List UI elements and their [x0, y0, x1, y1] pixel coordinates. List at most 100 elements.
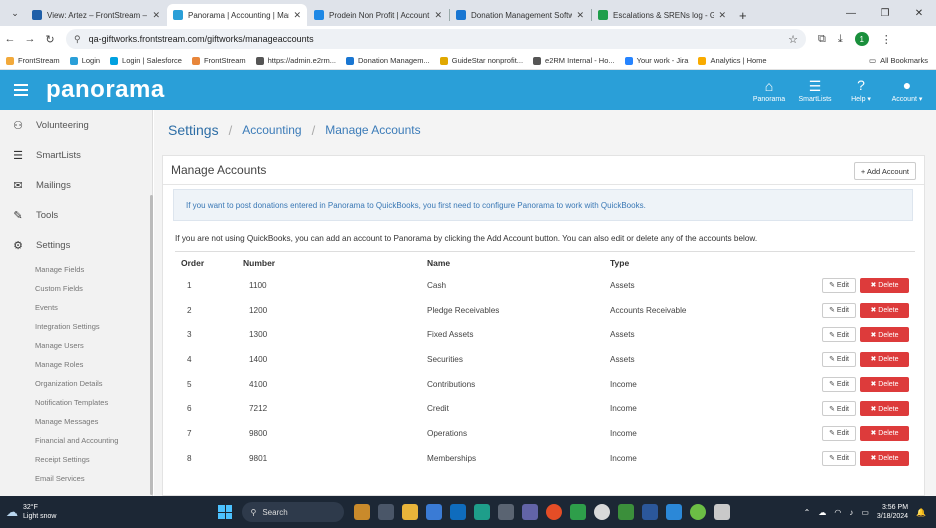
- bookmark-item[interactable]: Donation Managem...: [346, 56, 430, 65]
- weather-widget[interactable]: ☁ 32°F Light snow: [6, 503, 56, 521]
- delete-button[interactable]: ✖ Delete: [860, 425, 909, 441]
- tab-close-icon[interactable]: ✕: [434, 10, 442, 21]
- notification-bell-icon[interactable]: 🔔: [916, 508, 926, 517]
- browser-tab[interactable]: Prodein Non Profit | Account | ✕: [308, 4, 448, 26]
- delete-button[interactable]: ✖ Delete: [860, 327, 909, 343]
- url-input[interactable]: ⚲ qa-giftworks.frontstream.com/giftworks…: [66, 29, 806, 49]
- sidebar-subitem[interactable]: Custom Fields: [0, 279, 152, 298]
- taskbar-app-icon[interactable]: [666, 504, 683, 520]
- sidebar-subitem[interactable]: Financial and Accounting: [0, 431, 152, 450]
- edit-button[interactable]: ✎ Edit: [822, 376, 856, 392]
- browser-tab[interactable]: View: Artez – FrontStream – Ze ✕: [26, 4, 166, 26]
- delete-button[interactable]: ✖ Delete: [860, 351, 909, 367]
- edit-button[interactable]: ✎ Edit: [822, 401, 856, 417]
- sidebar-subitem[interactable]: Email Services: [0, 469, 152, 488]
- clock[interactable]: 3:56 PM 3/18/2024: [877, 503, 908, 521]
- chevron-up-icon[interactable]: ⌃: [804, 508, 811, 517]
- outlook-icon[interactable]: [450, 504, 467, 520]
- taskbar-app-icon[interactable]: [690, 504, 707, 520]
- battery-icon[interactable]: ▭: [861, 508, 869, 517]
- breadcrumb-settings[interactable]: Settings: [168, 122, 219, 138]
- delete-button[interactable]: ✖ Delete: [860, 450, 909, 466]
- delete-button[interactable]: ✖ Delete: [860, 376, 909, 392]
- taskbar-app-icon[interactable]: [498, 504, 515, 520]
- sidebar-item-volunteering[interactable]: ⚇ Volunteering: [0, 110, 152, 140]
- add-account-button[interactable]: + Add Account: [853, 162, 916, 180]
- tab-search-icon[interactable]: ⌄: [4, 2, 26, 24]
- sidebar-item-tools[interactable]: ✎ Tools: [0, 200, 152, 230]
- bookmark-item[interactable]: FrontStream: [6, 56, 60, 65]
- onedrive-icon[interactable]: ☁: [818, 508, 826, 517]
- edit-button[interactable]: ✎ Edit: [822, 277, 856, 293]
- reload-icon[interactable]: ↻: [40, 33, 60, 46]
- bookmark-item[interactable]: FrontStream: [191, 56, 246, 65]
- teams-icon[interactable]: [522, 504, 539, 520]
- edit-button[interactable]: ✎ Edit: [822, 302, 856, 318]
- bookmark-item[interactable]: https://admin.e2rm...: [255, 56, 336, 65]
- panorama-logo[interactable]: panorama: [46, 76, 165, 104]
- browser-tab[interactable]: Donation Management Softwa ✕: [450, 4, 590, 26]
- sidebar-subitem[interactable]: Integration Settings: [0, 317, 152, 336]
- browser-tab[interactable]: Panorama | Accounting | Mana ✕: [167, 4, 307, 26]
- bookmark-item[interactable]: e2RM Internal - Ho...: [533, 56, 615, 65]
- sidebar-subitem[interactable]: Manage Users: [0, 336, 152, 355]
- site-info-icon[interactable]: ⚲: [74, 34, 81, 45]
- taskbar-app-icon[interactable]: [426, 504, 443, 520]
- bookmark-item[interactable]: Login: [69, 56, 100, 65]
- edge-icon[interactable]: [474, 504, 491, 520]
- header-item-panorama[interactable]: ⌂ Panorama: [746, 70, 792, 110]
- download-icon[interactable]: ⤓: [838, 33, 843, 46]
- start-button-icon[interactable]: [218, 505, 233, 519]
- edit-button[interactable]: ✎ Edit: [822, 450, 856, 466]
- browser-tab[interactable]: Escalations & SRENs log - Goog✕: [592, 4, 732, 26]
- tab-close-icon[interactable]: ✕: [293, 10, 301, 21]
- delete-button[interactable]: ✖ Delete: [860, 302, 909, 318]
- header-item-smartlists[interactable]: ☰ SmartLists: [792, 70, 838, 110]
- taskbar-app-icon[interactable]: [618, 504, 635, 520]
- sidebar-subitem[interactable]: Organization Details: [0, 374, 152, 393]
- bookmark-item[interactable]: Login | Salesforce: [110, 56, 182, 65]
- bookmark-star-icon[interactable]: ☆: [788, 33, 798, 46]
- tab-close-icon[interactable]: ✕: [576, 10, 584, 21]
- volume-icon[interactable]: ♪: [849, 508, 853, 517]
- wifi-icon[interactable]: ◠: [834, 508, 841, 517]
- taskbar-app-icon[interactable]: [570, 504, 587, 520]
- task-view-icon[interactable]: [378, 504, 395, 520]
- taskbar-app-icon[interactable]: [354, 504, 371, 520]
- word-icon[interactable]: [642, 504, 659, 520]
- sidebar-subitem[interactable]: Notification Templates: [0, 393, 152, 412]
- sidebar-scrollbar[interactable]: [150, 195, 153, 495]
- back-icon[interactable]: ←: [0, 33, 20, 45]
- header-item-help[interactable]: ? Help ▾: [838, 70, 884, 110]
- taskbar-app-icon[interactable]: [714, 504, 731, 520]
- extensions-icon[interactable]: ⧉: [818, 33, 826, 46]
- sidebar-subitem[interactable]: Manage Fields: [0, 260, 152, 279]
- delete-button[interactable]: ✖ Delete: [860, 401, 909, 417]
- new-tab-button[interactable]: +: [739, 8, 747, 23]
- sidebar-subitem[interactable]: Manage Messages: [0, 412, 152, 431]
- edit-button[interactable]: ✎ Edit: [822, 351, 856, 367]
- sidebar-subitem[interactable]: Events: [0, 298, 152, 317]
- browser-menu-icon[interactable]: ⋮: [881, 33, 892, 46]
- close-window-icon[interactable]: ✕: [902, 0, 936, 26]
- tab-close-icon[interactable]: ✕: [718, 10, 726, 21]
- taskbar-search[interactable]: ⚲ Search: [242, 502, 345, 522]
- breadcrumb-accounting[interactable]: Accounting: [242, 123, 301, 137]
- chrome-icon[interactable]: [546, 504, 563, 520]
- bookmark-item[interactable]: Your work - Jira: [624, 56, 688, 65]
- minimize-icon[interactable]: —: [834, 0, 868, 26]
- hamburger-menu-icon[interactable]: [14, 81, 28, 99]
- sidebar-item-settings[interactable]: ⚙ Settings: [0, 230, 152, 260]
- sidebar-item-mailings[interactable]: ✉ Mailings: [0, 170, 152, 200]
- header-item-account[interactable]: ● Account ▾: [884, 70, 930, 110]
- tab-close-icon[interactable]: ✕: [152, 10, 160, 21]
- edit-button[interactable]: ✎ Edit: [822, 425, 856, 441]
- sidebar-item-smartlists[interactable]: ☰ SmartLists: [0, 140, 152, 170]
- restore-icon[interactable]: ❐: [868, 0, 902, 26]
- bookmark-item[interactable]: GuideStar nonprofit...: [439, 56, 523, 65]
- sidebar-subitem[interactable]: Manage Roles: [0, 355, 152, 374]
- file-explorer-icon[interactable]: [402, 504, 419, 520]
- taskbar-app-icon[interactable]: [594, 504, 611, 520]
- bookmark-item[interactable]: Analytics | Home: [698, 56, 767, 65]
- delete-button[interactable]: ✖ Delete: [860, 277, 909, 293]
